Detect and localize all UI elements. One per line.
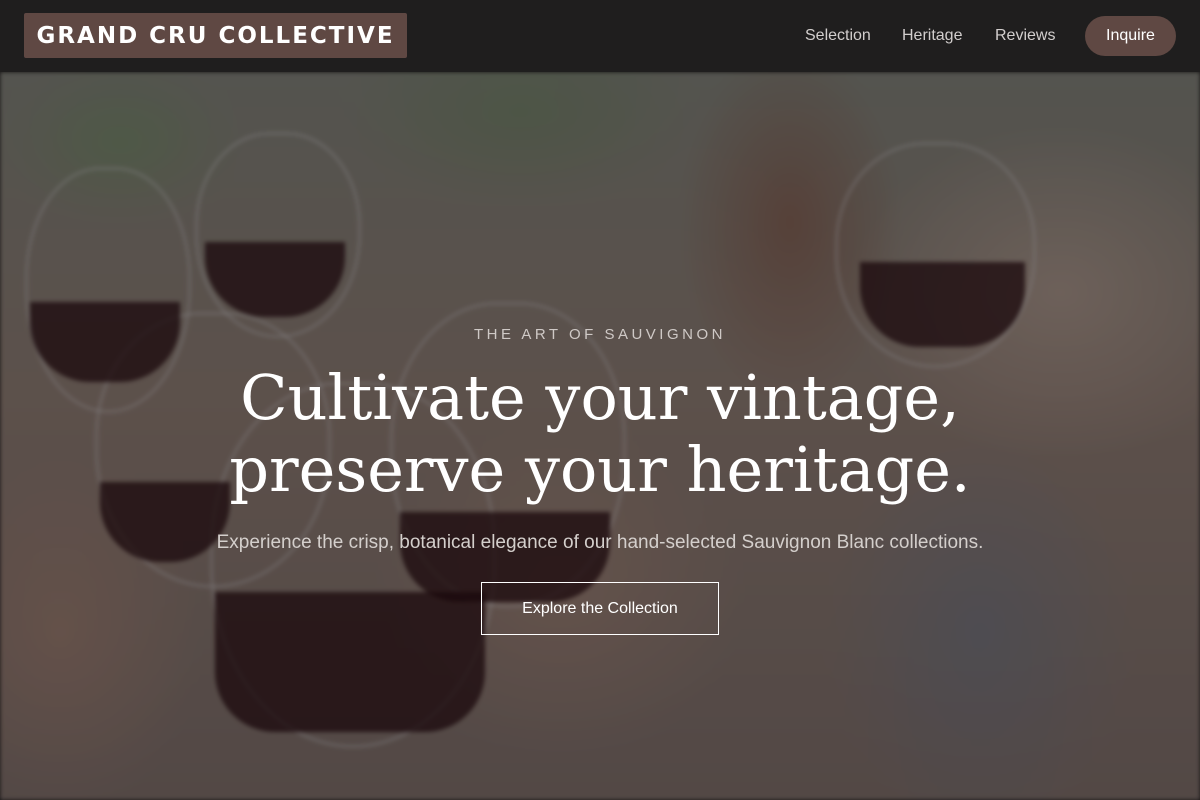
hero-eyebrow: THE ART OF SAUVIGNON xyxy=(474,326,726,343)
hero-headline: Cultivate your vintage, preserve your he… xyxy=(0,362,1200,506)
explore-collection-button[interactable]: Explore the Collection xyxy=(481,582,719,635)
hero-section: THE ART OF SAUVIGNON Cultivate your vint… xyxy=(0,72,1200,800)
nav-link-selection[interactable]: Selection xyxy=(805,25,871,47)
nav-link-reviews[interactable]: Reviews xyxy=(995,25,1055,47)
hero-subheadline: Experience the crisp, botanical elegance… xyxy=(216,532,984,553)
hero-content: THE ART OF SAUVIGNON Cultivate your vint… xyxy=(0,72,1200,800)
top-navigation-bar: GRAND CRU COLLECTIVE Selection Heritage … xyxy=(0,0,1200,72)
brand-logo[interactable]: GRAND CRU COLLECTIVE xyxy=(24,13,407,58)
hero-headline-line-2: preserve your heritage. xyxy=(229,433,971,506)
nav-link-heritage[interactable]: Heritage xyxy=(902,25,962,47)
hero-headline-line-1: Cultivate your vintage, xyxy=(240,361,960,434)
inquire-button[interactable]: Inquire xyxy=(1085,16,1176,56)
